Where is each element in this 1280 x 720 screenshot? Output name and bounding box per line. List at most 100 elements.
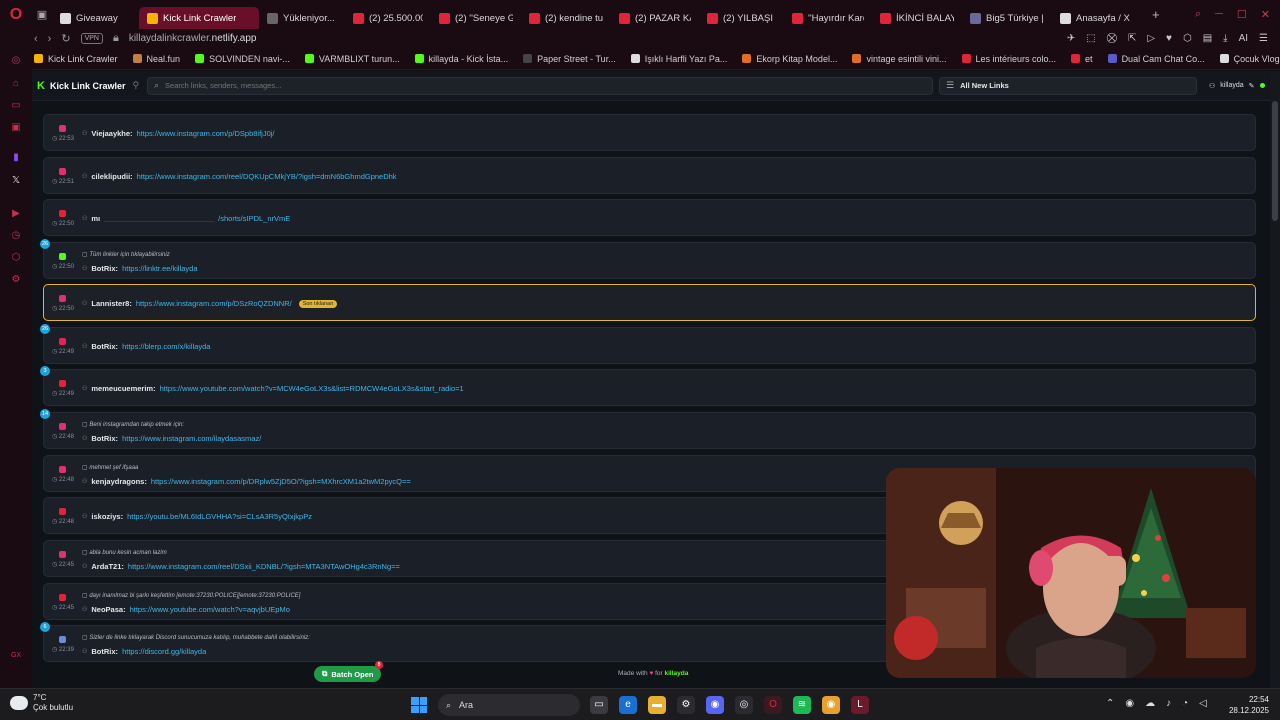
tab-9[interactable]: İKİNCİ BALAYIM bbox=[872, 7, 962, 29]
tray-volume-icon[interactable]: ◁ bbox=[1199, 698, 1207, 709]
task-view-icon[interactable]: ▭ bbox=[590, 696, 608, 714]
bookmark-11[interactable]: Dual Cam Chat Co... bbox=[1107, 54, 1205, 64]
share-icon[interactable]: ⇱ bbox=[1128, 33, 1136, 44]
message-link[interactable]: https://www.instagram.com/reel/DQKUpCMkj… bbox=[137, 172, 397, 181]
music-icon[interactable]: ▣ bbox=[10, 122, 22, 134]
extensions-sidebar-icon[interactable]: ⬡ bbox=[10, 252, 22, 264]
message-link[interactable]: https://discord.gg/killayda bbox=[122, 647, 206, 656]
message-row[interactable]: 14 ◷ 22:48 ▢ Beni instagramdan takip etmek… bbox=[40, 409, 1256, 449]
back-button[interactable]: ‹ bbox=[34, 33, 38, 45]
adblock-icon[interactable]: ⛒ bbox=[1107, 33, 1117, 44]
url-field[interactable]: killaydalinkcrawler.netlify.app bbox=[129, 33, 257, 44]
tray-mic-icon[interactable]: ♪ bbox=[1166, 698, 1171, 709]
made-with-nick[interactable]: killayda bbox=[665, 670, 689, 677]
page-scrollbar[interactable] bbox=[1270, 71, 1280, 688]
tab-2[interactable]: Yükleniyor... bbox=[259, 7, 345, 29]
tab-0[interactable]: Giveaway bbox=[52, 7, 139, 29]
app-l-icon[interactable]: L bbox=[851, 696, 869, 714]
new-tab-button[interactable]: + bbox=[1144, 7, 1168, 22]
message-link[interactable]: https://www.instagram.com/ilaydasasmaz/ bbox=[122, 434, 261, 443]
tab-6[interactable]: (2) PAZAR KAH bbox=[611, 7, 699, 29]
message-row[interactable]: 3 ◷ 22:49 ⚇ memeucuemerim: https://www.youtu… bbox=[40, 366, 1256, 406]
favorite-icon[interactable]: ♥ bbox=[1166, 33, 1172, 44]
opera-logo-icon[interactable]: O bbox=[0, 0, 32, 29]
discord-icon[interactable]: ◉ bbox=[706, 696, 724, 714]
tab-5[interactable]: (2) kendine tuta bbox=[521, 7, 611, 29]
weather-widget[interactable]: 7°C Çok bulutlu bbox=[10, 693, 73, 713]
reload-button[interactable]: ↻ bbox=[61, 32, 70, 45]
close-window-button[interactable]: ✕ bbox=[1261, 8, 1270, 21]
tab-1[interactable]: Kick Link Crawler bbox=[139, 7, 259, 29]
tray-onedrive-icon[interactable]: ☁ bbox=[1145, 698, 1155, 709]
tab-3[interactable]: (2) 25.500.000 bbox=[345, 7, 431, 29]
message-row[interactable]: ◷ 22:53 ⚇ Viejaaykhe: https://www.instagram… bbox=[43, 114, 1256, 151]
shopping-icon[interactable]: ⌂ bbox=[10, 78, 22, 90]
message-row[interactable]: ◷ 22:50 ⚇ mı/shorts/sIPDL_nrVmE bbox=[43, 199, 1256, 236]
search-input[interactable] bbox=[165, 81, 866, 90]
edge-icon[interactable]: e bbox=[619, 696, 637, 714]
bookmark-8[interactable]: vintage esintili vini... bbox=[852, 54, 947, 64]
bookmark-10[interactable]: et bbox=[1071, 54, 1093, 64]
pin-icon[interactable]: ⚲ bbox=[132, 80, 139, 91]
snapshot-icon[interactable]: ⬚ bbox=[1086, 33, 1095, 44]
player-sidebar-icon[interactable]: ▶ bbox=[10, 208, 22, 220]
bookmark-5[interactable]: Paper Street - Tur... bbox=[523, 54, 616, 64]
message-link[interactable]: https://blerp.com/x/killayda bbox=[122, 342, 210, 351]
message-link[interactable]: https://www.instagram.com/p/DSzRoQZDNNR/ bbox=[136, 299, 292, 308]
gx-icon[interactable]: GX bbox=[10, 650, 22, 662]
search-box[interactable]: ⌕ bbox=[147, 76, 933, 95]
file-explorer-icon[interactable]: ▬ bbox=[648, 696, 666, 714]
steam-icon[interactable]: ⚙ bbox=[677, 696, 695, 714]
bookmark-1[interactable]: Neal.fun bbox=[132, 54, 180, 64]
settings-icon[interactable]: ⚙ bbox=[10, 274, 22, 286]
spotify-icon[interactable]: ≋ bbox=[793, 696, 811, 714]
message-row[interactable]: ◷ 22:50 ⚇ Lannister8: https://www.instagram… bbox=[43, 284, 1256, 321]
batch-open-button[interactable]: ⧉ Batch Open bbox=[314, 666, 382, 682]
menu-icon[interactable]: ☰ bbox=[1259, 33, 1268, 44]
download-icon[interactable]: ⤓ bbox=[1223, 33, 1227, 44]
bookmark-0[interactable]: Kick Link Crawler bbox=[34, 54, 118, 64]
player-icon[interactable]: ▷ bbox=[1147, 33, 1155, 44]
message-link[interactable]: https://www.instagram.com/p/DRplw5ZjD5O/… bbox=[151, 477, 411, 486]
tab-11[interactable]: Anasayfa / X bbox=[1052, 7, 1144, 29]
aria-icon[interactable]: ◎ bbox=[10, 55, 22, 67]
windows-start-icon[interactable] bbox=[411, 697, 427, 713]
tab-overview-icon[interactable]: ▣ bbox=[32, 8, 52, 21]
filter-select[interactable]: ☰ All New Links bbox=[939, 76, 1197, 95]
message-row[interactable]: 26 ◷ 22:50 ▢ Tüm linkler için tıklayabilir… bbox=[40, 239, 1256, 279]
bookmark-9[interactable]: Les intérieurs colo... bbox=[961, 54, 1056, 64]
bookmark-2[interactable]: SOLVINDEN navi-... bbox=[195, 54, 290, 64]
bookmark-6[interactable]: Işıklı Harfli Yazı Pa... bbox=[630, 54, 727, 64]
tab-10[interactable]: Big5 Türkiye | I bbox=[962, 7, 1052, 29]
forward-button[interactable]: › bbox=[48, 33, 52, 45]
message-link[interactable]: https://youtu.be/ML6IdLGVHHA?si=CLsA3R5y… bbox=[127, 512, 312, 521]
message-link[interactable]: /shorts/sIPDL_nrVmE bbox=[218, 214, 290, 223]
chrome-icon[interactable]: ◉ bbox=[822, 696, 840, 714]
aria-ai-icon[interactable]: AI bbox=[1239, 33, 1248, 44]
pinboard-icon[interactable]: ✈ bbox=[1067, 33, 1075, 44]
scrollbar-thumb[interactable] bbox=[1272, 101, 1278, 221]
x-icon[interactable]: 𝕏 bbox=[10, 175, 22, 187]
maximize-button[interactable]: ☐ bbox=[1237, 8, 1247, 21]
extensions-icon[interactable]: ⬡ bbox=[1183, 33, 1192, 44]
bookmark-12[interactable]: Çocuk Vlog Bingosu bbox=[1219, 54, 1280, 64]
tray-wifi-icon[interactable]: ◔ bbox=[1182, 698, 1188, 709]
edit-icon[interactable]: ✎ bbox=[1249, 82, 1255, 90]
message-link[interactable]: https://www.instagram.com/reel/DSxii_KDN… bbox=[128, 562, 400, 571]
tab-4[interactable]: (2) ''Seneye Gö bbox=[431, 7, 521, 29]
vpn-badge[interactable]: VPN bbox=[80, 33, 103, 44]
tray-copilot-icon[interactable]: ◉ bbox=[1125, 698, 1134, 709]
tab-7[interactable]: (2) YILBAŞI PAS bbox=[699, 7, 784, 29]
tab-8[interactable]: ''Hayırdır Karde bbox=[784, 7, 872, 29]
wallet-icon[interactable]: ▤ bbox=[1203, 33, 1212, 44]
bookmark-4[interactable]: killayda - Kick İsta... bbox=[414, 54, 508, 64]
messenger-icon[interactable]: ▭ bbox=[10, 100, 22, 112]
taskbar-search[interactable]: ⌕ Ara bbox=[438, 694, 580, 716]
message-row[interactable]: ◷ 22:51 ⚇ cileklipudii: https://www.instagr… bbox=[43, 157, 1256, 194]
message-link[interactable]: https://www.youtube.com/watch?v=aqvjbUEp… bbox=[130, 605, 290, 614]
message-row[interactable]: 26 ◷ 22:49 ⚇ BotRix: https://blerp.com/x/kil… bbox=[40, 324, 1256, 364]
lock-icon[interactable]: 🔒︎ bbox=[113, 32, 119, 45]
search-tabs-icon[interactable]: ⌕ bbox=[1195, 8, 1201, 21]
obs-icon[interactable]: ◎ bbox=[735, 696, 753, 714]
history-icon[interactable]: ◷ bbox=[10, 230, 22, 242]
